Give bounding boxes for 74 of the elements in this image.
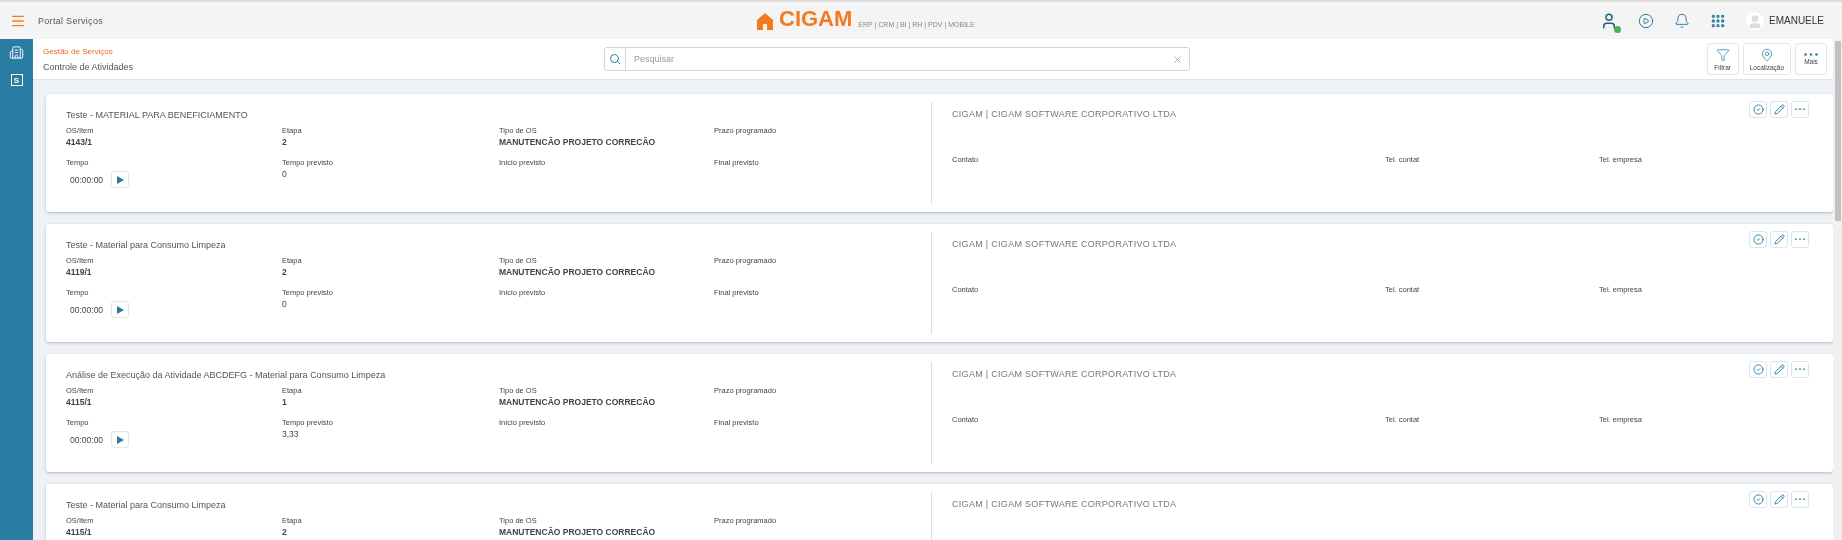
more-button[interactable] xyxy=(1791,491,1809,508)
play-icon xyxy=(116,175,124,184)
timer-value: 00:00:00 xyxy=(70,434,104,445)
play-button[interactable] xyxy=(111,301,130,318)
pencil-icon xyxy=(1773,104,1785,115)
filter-icon xyxy=(1715,47,1730,62)
check-circle-icon xyxy=(1752,104,1764,115)
clear-icon[interactable] xyxy=(1172,53,1183,65)
more-icon xyxy=(1795,108,1805,111)
field-value: 1 xyxy=(282,397,288,407)
play-button[interactable] xyxy=(111,431,130,448)
edit-button[interactable] xyxy=(1770,231,1788,248)
card-title: Análise de Execução da Atividade ABCDEFG - Material para Consumo Limpeza xyxy=(66,370,387,380)
support-status-icon[interactable] xyxy=(1600,11,1618,30)
field-value: 4143/1 xyxy=(66,137,93,147)
pencil-icon xyxy=(1773,234,1785,245)
check-circle-icon xyxy=(1752,364,1764,375)
more-button[interactable] xyxy=(1791,361,1809,378)
timer-value: 00:00:00 xyxy=(70,174,104,185)
edit-button[interactable] xyxy=(1770,361,1788,378)
user-name[interactable]: EMANUELE xyxy=(1769,15,1824,26)
field-value: 4119/1 xyxy=(66,267,93,277)
field-value: MANUTENCÃO PROJETO CORRECÃO xyxy=(499,137,657,147)
complete-button[interactable] xyxy=(1749,491,1767,508)
location-pin-icon xyxy=(1759,47,1774,62)
more-icon xyxy=(1804,53,1818,56)
company-name: CIGAM | CIGAM SOFTWARE CORPORATIVO LTDA xyxy=(952,239,1177,249)
more-icon xyxy=(1795,238,1805,241)
more-button[interactable] xyxy=(1791,101,1809,118)
pencil-icon xyxy=(1773,364,1785,375)
card-title: Teste - Material para Consumo Limpeza xyxy=(66,500,227,510)
complete-button[interactable] xyxy=(1749,101,1767,118)
company-name: CIGAM | CIGAM SOFTWARE CORPORATIVO LTDA xyxy=(952,109,1177,119)
field-value: MANUTENCÃO PROJETO CORRECÃO xyxy=(499,267,657,277)
company-name: CIGAM | CIGAM SOFTWARE CORPORATIVO LTDA xyxy=(952,499,1177,509)
field-value: 3,33 xyxy=(282,429,300,439)
field-value: 2 xyxy=(282,527,288,537)
complete-button[interactable] xyxy=(1749,361,1767,378)
field-value: MANUTENCÃO PROJETO CORRECÃO xyxy=(499,397,657,407)
field-value: 0 xyxy=(282,169,288,179)
field-value: 2 xyxy=(282,137,288,147)
card-title: Teste - Material para Consumo Limpeza xyxy=(66,240,227,250)
more-icon xyxy=(1795,498,1805,501)
field-value: 2 xyxy=(282,267,288,277)
field-value: 4115/1 xyxy=(66,397,93,407)
card-title: Teste - MATERIAL PARA BENEFICIAMENTO xyxy=(66,110,249,120)
timer-value: 00:00:00 xyxy=(70,304,104,315)
field-value: 4115/1 xyxy=(66,527,93,537)
play-icon xyxy=(116,435,124,444)
more-button[interactable] xyxy=(1791,231,1809,248)
company-name: CIGAM | CIGAM SOFTWARE CORPORATIVO LTDA xyxy=(952,369,1177,379)
search-field[interactable]: Pesquisar xyxy=(604,47,1190,71)
pencil-icon xyxy=(1773,494,1785,505)
check-circle-icon xyxy=(1752,494,1764,505)
brand-name: CIGAM xyxy=(779,8,853,30)
check-circle-icon xyxy=(1752,234,1764,245)
field-value: 0 xyxy=(282,299,288,309)
app-title: Portal Serviços xyxy=(38,15,104,26)
scrollbar-thumb[interactable] xyxy=(1834,41,1841,221)
logo-icon xyxy=(757,12,773,30)
notifications-icon[interactable] xyxy=(1674,12,1690,29)
play-button[interactable] xyxy=(111,171,130,188)
video-icon[interactable] xyxy=(1638,12,1654,29)
more-icon xyxy=(1795,368,1805,371)
complete-button[interactable] xyxy=(1749,231,1767,248)
edit-button[interactable] xyxy=(1770,101,1788,118)
page-title: Controle de Atividades xyxy=(43,61,134,72)
building-icon[interactable] xyxy=(9,45,24,60)
play-icon xyxy=(116,305,124,314)
edit-button[interactable] xyxy=(1770,491,1788,508)
sidebar-item[interactable]: S xyxy=(10,74,23,86)
field-value: MANUTENCÃO PROJETO CORRECÃO xyxy=(499,527,657,537)
apps-grid-icon[interactable] xyxy=(1710,12,1726,29)
search-icon xyxy=(609,53,621,65)
